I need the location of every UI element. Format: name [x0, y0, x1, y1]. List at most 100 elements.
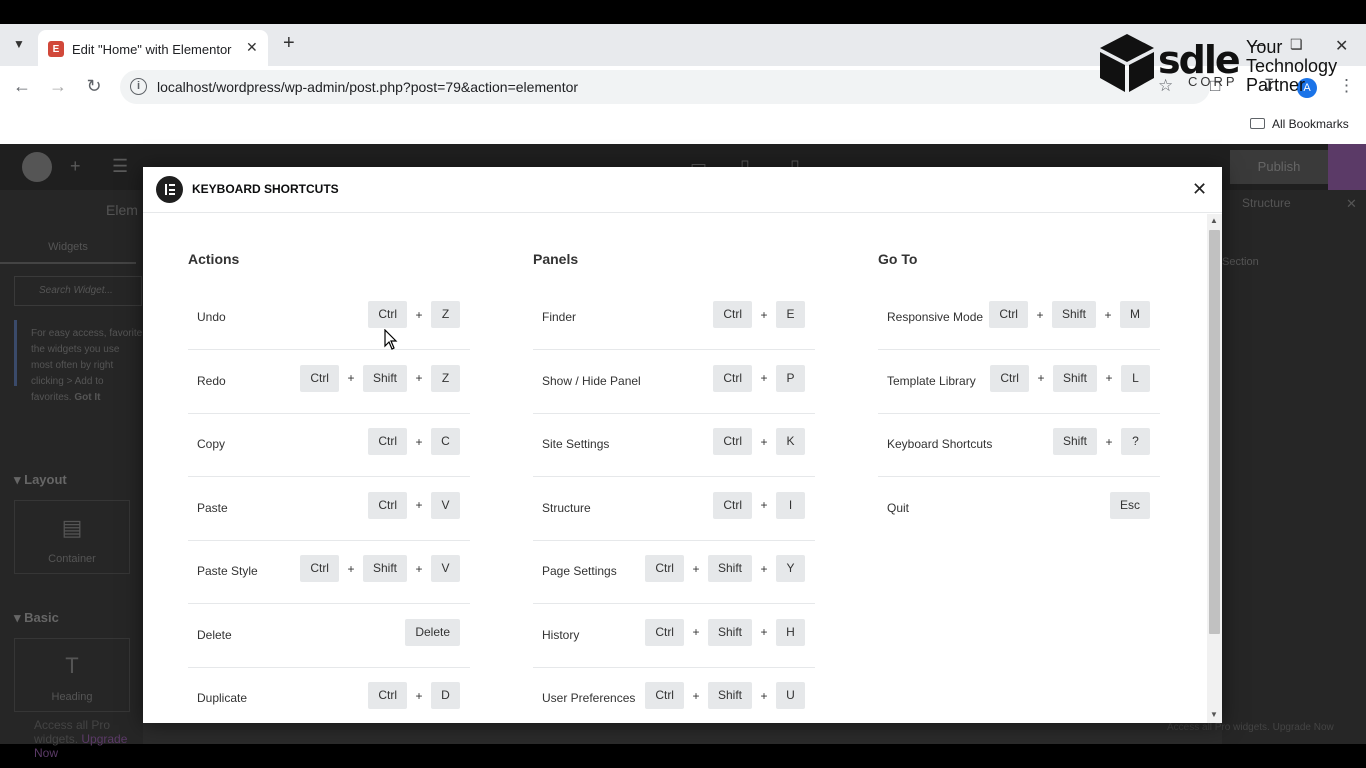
layout-section-toggle[interactable]: ▾ Layout	[14, 472, 67, 488]
keycap: Shift	[1052, 428, 1097, 455]
panel-title: Elem	[106, 202, 138, 218]
shortcut-label: User Preferences	[542, 691, 636, 705]
shortcut-row: Delete Delete	[188, 605, 470, 668]
plus-separator: +	[415, 371, 423, 385]
shortcut-label: Structure	[542, 500, 591, 515]
tab-title: Edit "Home" with Elementor	[72, 42, 232, 57]
container-icon: ▤	[61, 515, 83, 540]
shortcut-label: Responsive Mode	[887, 310, 984, 324]
plus-separator: +	[1105, 434, 1113, 449]
publish-button[interactable]: Publish	[1230, 150, 1328, 184]
keycap: L	[1121, 364, 1150, 392]
keycap: Ctrl	[713, 428, 752, 455]
structure-section-item[interactable]: Section	[1222, 256, 1259, 268]
add-element-icon[interactable]: +	[70, 156, 81, 177]
keycap: Z	[431, 364, 460, 392]
site-info-icon[interactable]: i	[130, 78, 147, 95]
browser-tab[interactable]: E Edit "Home" with Elementor ✕	[38, 30, 268, 66]
back-arrow-icon[interactable]: ←	[10, 76, 34, 97]
container-widget[interactable]: ▤ Container	[14, 500, 130, 574]
pro-widgets-note: Access all Pro widgets. Upgrade Now	[34, 718, 143, 760]
publish-options-button[interactable]	[1328, 144, 1366, 190]
keycap: U	[776, 682, 805, 709]
keycap: K	[776, 428, 805, 455]
structure-title: Structure	[1242, 196, 1291, 210]
plus-separator: +	[415, 688, 423, 703]
scrollbar-thumb[interactable]	[1209, 230, 1220, 634]
basic-section-label: Basic	[24, 610, 59, 625]
settings-sliders-icon[interactable]: ☰	[112, 156, 128, 177]
plus-separator: +	[415, 561, 423, 576]
keycap: Ctrl	[368, 491, 407, 519]
basic-section-toggle[interactable]: ▾ Basic	[14, 610, 59, 626]
keycap: P	[776, 364, 805, 392]
shortcut-row: Duplicate Ctrl + D	[188, 668, 470, 723]
favorites-note: For easy access, favorite the widgets yo…	[14, 320, 143, 403]
all-bookmarks-label: All Bookmarks	[1272, 117, 1349, 131]
tab-widgets[interactable]: Widgets	[0, 234, 136, 264]
shortcut-row: Copy Ctrl + C	[188, 414, 470, 477]
structure-close-icon[interactable]: ✕	[1346, 196, 1357, 212]
shortcut-label: Duplicate	[197, 691, 248, 705]
plus-separator: +	[692, 688, 700, 703]
key-combo: Ctrl + Shift + Y	[645, 555, 805, 582]
key-combo: Ctrl + Shift + M	[989, 301, 1150, 328]
elementor-logo-icon[interactable]	[22, 152, 52, 182]
scroll-down-icon[interactable]: ▼	[1210, 710, 1218, 719]
shortcut-label: Keyboard Shortcuts	[887, 437, 993, 451]
shortcut-label: Paste	[197, 500, 228, 515]
keycap: Z	[431, 301, 460, 328]
new-tab-plus-icon[interactable]: +	[283, 33, 295, 53]
shortcut-row: Finder Ctrl + E	[533, 287, 815, 350]
keycap: E	[776, 301, 805, 328]
keycap: H	[776, 618, 805, 646]
got-it-link[interactable]: Got It	[74, 392, 100, 403]
cube-logo-icon	[1100, 34, 1154, 92]
plus-separator: +	[347, 371, 355, 385]
keycap: Ctrl	[990, 364, 1029, 392]
widget-search-input[interactable]: Search Widget...	[14, 276, 142, 306]
all-bookmarks-button[interactable]: All Bookmarks	[1250, 117, 1349, 131]
keycap: Shift	[707, 682, 752, 709]
heading-widget[interactable]: T Heading	[14, 638, 130, 712]
keycap: Ctrl	[713, 301, 752, 328]
watermark-corp: CORP	[1188, 74, 1238, 89]
key-combo: Ctrl + V	[368, 491, 460, 519]
reload-icon[interactable]: ↻	[82, 76, 106, 97]
keycap: Shift	[1052, 364, 1097, 392]
key-combo: Ctrl + Shift + U	[645, 682, 805, 709]
layout-section-label: Layout	[24, 472, 67, 487]
shortcut-row: Structure Ctrl + I	[533, 478, 815, 541]
modal-close-icon[interactable]: ✕	[1192, 179, 1207, 199]
modal-scrollbar[interactable]: ▲ ▼	[1207, 214, 1222, 723]
heading-icon: T	[65, 653, 79, 678]
keycap: V	[431, 555, 460, 582]
address-bar[interactable]: i localhost/wordpress/wp-admin/post.php?…	[120, 70, 1210, 104]
key-combo: Ctrl + Shift + Z	[300, 364, 460, 392]
keycap: D	[431, 682, 460, 709]
column-title: Panels	[533, 251, 579, 267]
keycap: Shift	[1051, 301, 1096, 328]
keycap: C	[431, 428, 460, 455]
keycap: M	[1120, 301, 1150, 328]
keycap: I	[776, 491, 805, 519]
shortcut-row: Site Settings Ctrl + K	[533, 414, 815, 477]
keycap: Ctrl	[645, 618, 684, 646]
plus-separator: +	[760, 434, 768, 449]
plus-separator: +	[415, 434, 423, 449]
shortcut-row: Quit Esc	[878, 478, 1160, 541]
shortcut-label: Redo	[197, 373, 226, 388]
forward-arrow-icon[interactable]: →	[46, 76, 70, 97]
keycap: Y	[776, 555, 805, 582]
folder-icon	[1250, 118, 1265, 129]
keycap: Shift	[362, 364, 407, 392]
scroll-up-icon[interactable]: ▲	[1210, 216, 1218, 225]
plus-separator: +	[1037, 371, 1045, 385]
shortcut-label: Template Library	[887, 373, 976, 388]
tab-list-chevron-icon[interactable]: ▼	[8, 33, 30, 55]
shortcut-row: Redo Ctrl + Shift + Z	[188, 351, 470, 414]
tab-close-icon[interactable]: ✕	[246, 39, 258, 56]
structure-pro-note: Access all Pro widgets. Upgrade Now	[1167, 722, 1334, 733]
address-url: localhost/wordpress/wp-admin/post.php?po…	[157, 79, 579, 95]
key-combo: Ctrl + Z	[368, 301, 460, 328]
